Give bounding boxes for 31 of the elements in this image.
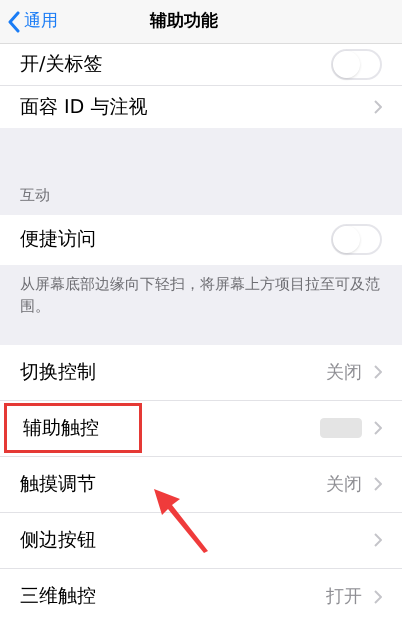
- chevron-left-icon: [8, 10, 20, 32]
- row-label: 面容 ID 与注视: [20, 94, 148, 120]
- settings-row[interactable]: 便捷访问: [0, 214, 402, 264]
- row-label: 便捷访问: [20, 227, 96, 252]
- chevron-right-icon: [374, 421, 382, 435]
- section-header: 互动: [19, 185, 51, 206]
- chevron-right-icon: [374, 533, 382, 547]
- section-footer: 从屏幕底部边缘向下轻扫，将屏幕上方项目拉至可及范围。: [0, 264, 402, 328]
- settings-row[interactable]: 三维触控 打开: [0, 568, 402, 619]
- row-value: 关闭: [326, 360, 362, 384]
- chevron-right-icon: [374, 365, 382, 379]
- row-value: 打开: [326, 585, 362, 609]
- redaction-block: [320, 418, 362, 438]
- row-label: 开/关标签: [20, 52, 102, 78]
- toggle-switch[interactable]: [331, 224, 382, 255]
- chevron-right-icon: [374, 100, 382, 114]
- row-value: 关闭: [326, 472, 362, 496]
- row-label: 侧边按钮: [20, 528, 96, 553]
- settings-row[interactable]: 切换控制 关闭: [0, 344, 402, 400]
- toggle-switch[interactable]: [331, 49, 382, 80]
- row-label: 辅助触控: [4, 402, 142, 454]
- row-label: 三维触控: [20, 584, 96, 610]
- window-title: 辅助功能: [150, 10, 218, 33]
- row-label: 触摸调节: [20, 472, 96, 497]
- row-label: 切换控制: [20, 360, 96, 385]
- chevron-right-icon: [374, 590, 382, 604]
- chevron-right-icon: [374, 477, 382, 491]
- settings-row[interactable]: 开/关标签: [0, 44, 402, 86]
- back-button[interactable]: 通用: [0, 8, 58, 34]
- settings-row[interactable]: 面容 ID 与注视: [0, 86, 402, 128]
- settings-row[interactable]: 辅助触控: [0, 400, 402, 456]
